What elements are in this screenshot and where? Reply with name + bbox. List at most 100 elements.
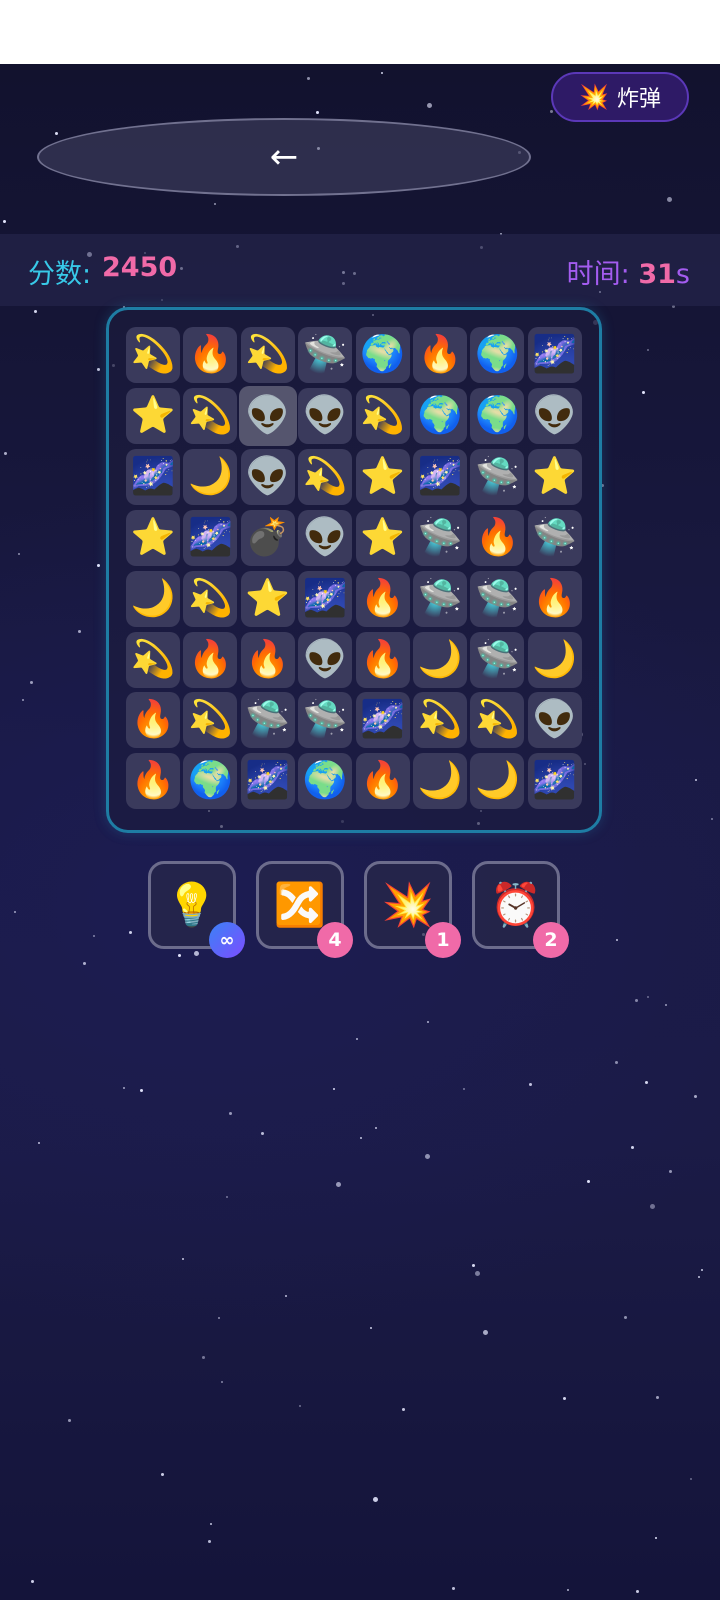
earth-tile[interactable]: 🌍 [470, 387, 525, 444]
earth-tile[interactable]: 🌍 [183, 753, 238, 810]
ufo-tile[interactable]: 🛸 [527, 509, 582, 566]
star-dot [656, 1396, 659, 1399]
alien-tile[interactable]: 👽 [298, 631, 353, 688]
ufo-tile[interactable]: 🛸 [470, 448, 525, 505]
bomb-tile[interactable]: 💣 [240, 509, 295, 566]
fire-tile[interactable]: 🔥 [183, 631, 238, 688]
bomb-mode-label: 炸弹 [616, 87, 661, 112]
earth-tile[interactable]: 🌍 [470, 327, 525, 383]
star-dot [31, 1580, 34, 1583]
bomb-mode-button[interactable]: 💥 炸弹 [551, 72, 689, 122]
alien-tile[interactable]: 👽 [298, 509, 353, 566]
galaxy-tile[interactable]: 🌌 [527, 753, 582, 810]
time-count-badge: 2 [533, 922, 569, 958]
fire-tile[interactable]: 🔥 [355, 570, 410, 627]
galaxy-tile[interactable]: 🌌 [240, 753, 295, 810]
alien-tile[interactable]: 👽 [527, 692, 582, 749]
star-dot [645, 1081, 648, 1084]
star-dot [615, 1061, 618, 1064]
galaxy-tile[interactable]: 🌌 [183, 509, 238, 566]
star-dot [475, 1271, 480, 1276]
galaxy-tile[interactable]: 🌌 [298, 570, 353, 627]
ufo-tile[interactable]: 🛸 [470, 570, 525, 627]
galaxy-tile[interactable]: 🌌 [355, 692, 410, 749]
fire-tile[interactable]: 🔥 [240, 631, 295, 688]
alien-tile[interactable]: 👽 [238, 385, 297, 446]
game-board: 💫 🔥 💫 🛸 🌍 🔥 🌍 🌌 ⭐ 💫 👽 👽 💫 🌍 🌍 👽 🌌 🌙 👽 💫 ⭐ 🌌 🛸 ⭐ ⭐ 🌌 💣 👽 ⭐ 🛸 🔥 🛸 🌙 💫 ⭐ 🌌 🔥 🛸 🛸 🔥… [106, 307, 602, 833]
shooting-star-tile[interactable]: 💫 [183, 570, 238, 627]
fire-tile[interactable]: 🔥 [413, 327, 467, 383]
back-button[interactable]: ← [37, 118, 531, 196]
star-dot [402, 1408, 405, 1411]
shuffle-tool-button[interactable]: 🔀 4 [256, 861, 353, 958]
moon-tile[interactable]: 🌙 [413, 631, 467, 688]
star-tile[interactable]: ⭐ [355, 448, 410, 505]
shooting-star-tile[interactable]: 💫 [413, 692, 467, 749]
ufo-tile[interactable]: 🛸 [298, 327, 353, 383]
star-tile[interactable]: ⭐ [126, 509, 180, 566]
fire-tile[interactable]: 🔥 [126, 753, 180, 810]
star-dot [123, 1087, 125, 1089]
star-tile[interactable]: ⭐ [240, 570, 295, 627]
earth-tile[interactable]: 🌍 [413, 387, 467, 444]
shooting-star-tile[interactable]: 💫 [126, 327, 180, 383]
fire-tile[interactable]: 🔥 [355, 631, 410, 688]
galaxy-tile[interactable]: 🌌 [126, 448, 180, 505]
star-dot [140, 1089, 143, 1092]
shooting-star-tile[interactable]: 💫 [183, 387, 238, 444]
shooting-star-tile[interactable]: 💫 [126, 631, 180, 688]
fire-tile[interactable]: 🔥 [183, 327, 238, 383]
galaxy-tile[interactable]: 🌌 [527, 327, 582, 383]
star-dot [22, 699, 24, 701]
timer: 时间: 31s [567, 252, 690, 291]
shooting-star-tile[interactable]: 💫 [355, 387, 410, 444]
time-tool-button[interactable]: ⏰ 2 [472, 861, 569, 958]
hint-count-badge: ∞ [209, 922, 245, 958]
star-tile[interactable]: ⭐ [355, 509, 410, 566]
fire-tile[interactable]: 🔥 [470, 509, 525, 566]
moon-tile[interactable]: 🌙 [126, 570, 180, 627]
ufo-tile[interactable]: 🛸 [240, 692, 295, 749]
shooting-star-tile[interactable]: 💫 [470, 692, 525, 749]
star-dot [463, 1088, 465, 1090]
star-dot [214, 203, 216, 205]
shuffle-count-badge: 4 [317, 922, 353, 958]
star-dot [647, 349, 649, 351]
star-tile[interactable]: ⭐ [126, 387, 180, 444]
moon-tile[interactable]: 🌙 [527, 631, 582, 688]
star-tile[interactable]: ⭐ [527, 448, 582, 505]
star-dot [97, 564, 100, 567]
star-dot [669, 1170, 672, 1173]
galaxy-tile[interactable]: 🌌 [413, 448, 467, 505]
fire-tile[interactable]: 🔥 [126, 692, 180, 749]
shooting-star-tile[interactable]: 💫 [240, 327, 295, 383]
earth-tile[interactable]: 🌍 [355, 327, 410, 383]
star-dot [665, 1004, 667, 1006]
star-dot [624, 1316, 627, 1319]
ufo-tile[interactable]: 🛸 [298, 692, 353, 749]
moon-tile[interactable]: 🌙 [413, 753, 467, 810]
moon-tile[interactable]: 🌙 [183, 448, 238, 505]
ufo-tile[interactable]: 🛸 [413, 570, 467, 627]
fire-tile[interactable]: 🔥 [355, 753, 410, 810]
alien-tile[interactable]: 👽 [240, 448, 295, 505]
moon-tile[interactable]: 🌙 [470, 753, 525, 810]
star-dot [97, 368, 100, 371]
fire-tile[interactable]: 🔥 [527, 570, 582, 627]
game-stage: ← 💥 炸弹 分数: 2450 时间: 31s 💫 🔥 💫 🛸 🌍 🔥 🌍 🌌 ⭐ 💫 👽 👽 💫 🌍 🌍 👽… [0, 64, 720, 1600]
bomb-tool-button[interactable]: 💥 1 [364, 861, 461, 958]
earth-tile[interactable]: 🌍 [298, 753, 353, 810]
star-dot [18, 553, 20, 555]
star-dot [299, 1405, 301, 1407]
star-dot [370, 1327, 372, 1329]
ufo-tile[interactable]: 🛸 [470, 631, 525, 688]
star-dot [636, 1590, 639, 1593]
star-dot [34, 310, 37, 313]
alien-tile[interactable]: 👽 [527, 387, 582, 444]
shooting-star-tile[interactable]: 💫 [183, 692, 238, 749]
hint-tool-button[interactable]: 💡 ∞ [148, 861, 245, 958]
back-arrow-icon: ← [269, 137, 299, 177]
ufo-tile[interactable]: 🛸 [413, 509, 467, 566]
shooting-star-tile[interactable]: 💫 [298, 448, 353, 505]
alien-tile[interactable]: 👽 [298, 387, 353, 444]
